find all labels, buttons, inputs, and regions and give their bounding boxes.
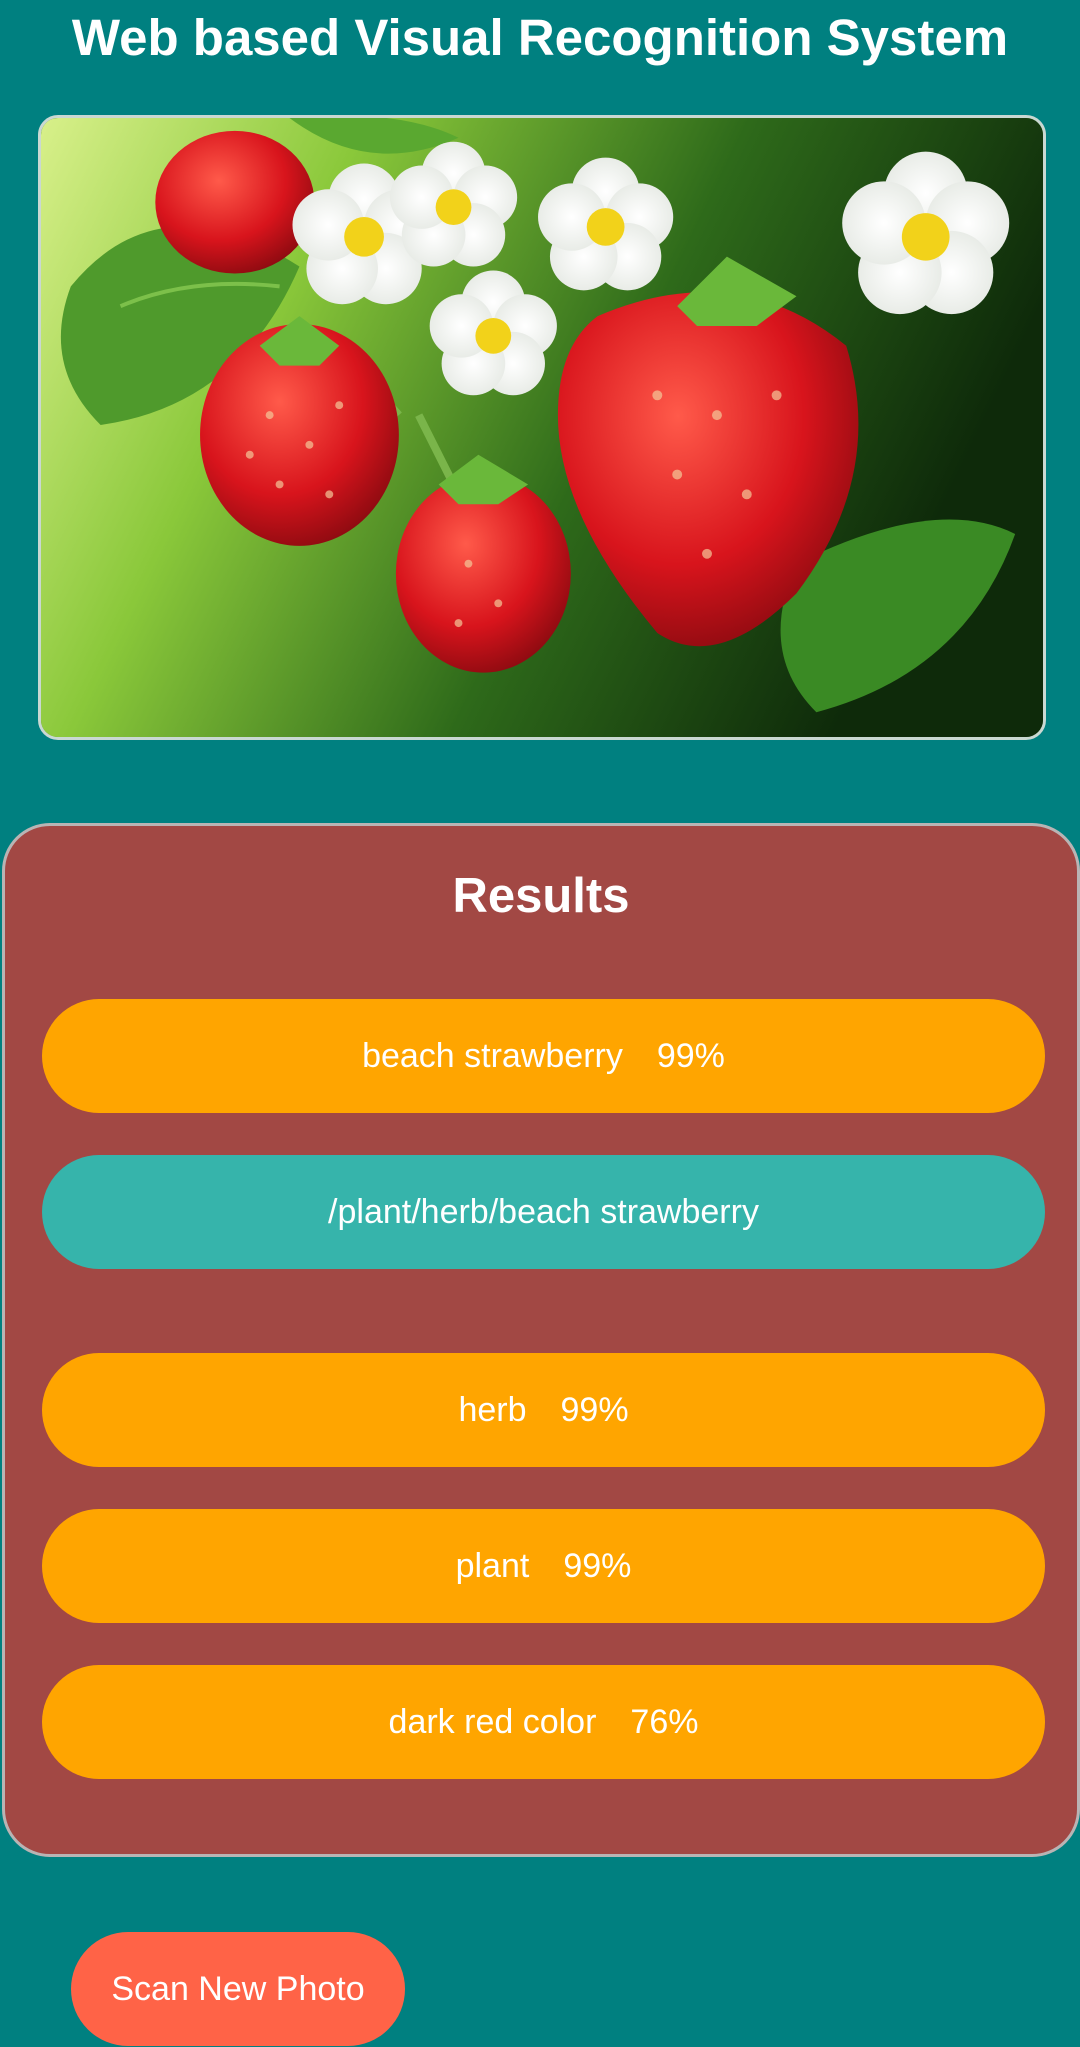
result-score: 99%	[656, 1036, 725, 1075]
result-class-plant: plant 99%	[42, 1509, 1045, 1623]
app-screen: Web based Visual Recognition System Resu…	[0, 0, 1080, 2047]
result-score: 99%	[560, 1390, 629, 1429]
scan-new-photo-button[interactable]: Scan New Photo	[71, 1932, 405, 2046]
result-class-herb: herb 99%	[42, 1353, 1045, 1467]
result-label: herb	[458, 1390, 527, 1429]
results-title: Results	[452, 869, 630, 923]
result-top-class: beach strawberry 99%	[42, 999, 1045, 1113]
strawberry-photo-image	[41, 118, 1043, 737]
page-title: Web based Visual Recognition System	[71, 9, 1009, 66]
result-type-hierarchy: /plant/herb/beach strawberry	[42, 1155, 1045, 1269]
result-label: dark red color	[388, 1702, 597, 1741]
result-label: beach strawberry	[362, 1036, 623, 1075]
result-class-dark-red-color: dark red color 76%	[42, 1665, 1045, 1779]
result-label: plant	[455, 1546, 530, 1585]
results-panel: Results beach strawberry 99% /plant/herb…	[2, 823, 1080, 1857]
result-score: 76%	[630, 1702, 699, 1741]
scanned-photo	[38, 115, 1046, 740]
hierarchy-label: /plant/herb/beach strawberry	[328, 1192, 759, 1231]
result-score: 99%	[563, 1546, 632, 1585]
